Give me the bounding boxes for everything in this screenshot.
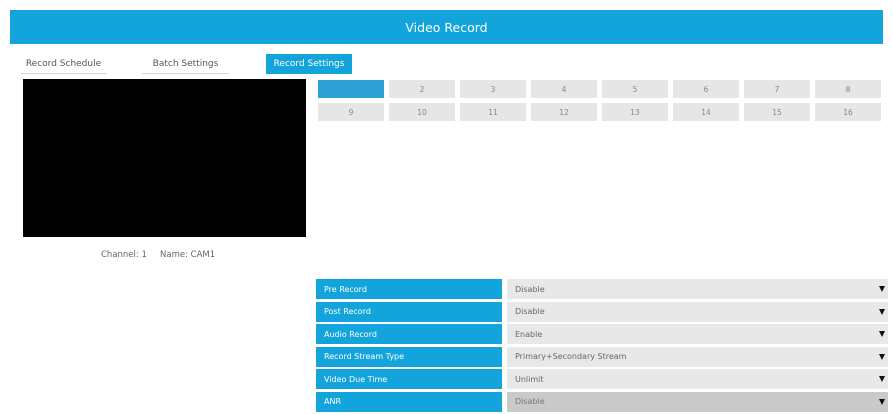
channel-button-8[interactable]: 8 (815, 80, 881, 98)
camera-name-label: Name: CAM1 (160, 250, 216, 260)
dropdown-arrow-icon (879, 331, 885, 337)
record-stream-type-value: Primary+Secondary Stream (515, 352, 627, 361)
post-record-value: Disable (515, 307, 545, 316)
setting-row-pre-record: Pre Record Disable (316, 279, 888, 299)
pre-record-label: Pre Record (316, 279, 502, 299)
channel-button-14[interactable]: 14 (673, 103, 739, 121)
channel-button-15[interactable]: 15 (744, 103, 810, 121)
channel-selector: 1 2 3 4 5 6 7 8 9 10 11 12 13 14 15 16 (318, 80, 886, 121)
channel-button-16[interactable]: 16 (815, 103, 881, 121)
video-due-time-label: Video Due Time (316, 369, 502, 389)
post-record-select[interactable]: Disable (507, 301, 888, 322)
dropdown-arrow-icon (879, 398, 885, 405)
channel-button-12[interactable]: 12 (531, 103, 597, 121)
dropdown-arrow-icon (879, 308, 885, 315)
anr-select[interactable]: Disable (507, 391, 888, 412)
channel-button-13[interactable]: 13 (602, 103, 668, 121)
setting-row-post-record: Post Record Disable (316, 301, 888, 322)
video-due-time-value: Unlimit (515, 374, 544, 384)
post-record-label: Post Record (316, 301, 502, 322)
record-settings-form: Pre Record Disable Post Record Disable A… (316, 279, 888, 414)
pre-record-value: Disable (515, 284, 545, 294)
tab-batch-settings[interactable]: Batch Settings (142, 54, 229, 74)
channel-button-1[interactable]: 1 (318, 80, 384, 98)
setting-row-anr: ANR Disable (316, 391, 888, 412)
video-due-time-select[interactable]: Unlimit (507, 369, 888, 389)
dropdown-arrow-icon (879, 286, 885, 292)
channel-button-10[interactable]: 10 (389, 103, 455, 121)
tab-record-schedule[interactable]: Record Schedule (20, 54, 107, 74)
video-preview (23, 79, 306, 237)
anr-label: ANR (316, 391, 502, 412)
channel-button-3[interactable]: 3 (460, 80, 526, 98)
anr-value: Disable (515, 397, 545, 406)
pre-record-select[interactable]: Disable (507, 279, 888, 299)
audio-record-label: Audio Record (316, 324, 502, 344)
dropdown-arrow-icon (879, 353, 885, 360)
setting-row-video-due-time: Video Due Time Unlimit (316, 369, 888, 389)
audio-record-select[interactable]: Enable (507, 324, 888, 344)
channel-button-2[interactable]: 2 (389, 80, 455, 98)
setting-row-audio-record: Audio Record Enable (316, 324, 888, 344)
dropdown-arrow-icon (879, 376, 885, 382)
record-stream-type-label: Record Stream Type (316, 346, 502, 367)
setting-row-record-stream-type: Record Stream Type Primary+Secondary Str… (316, 346, 888, 367)
channel-button-5[interactable]: 5 (602, 80, 668, 98)
channel-button-9[interactable]: 9 (318, 103, 384, 121)
channel-button-7[interactable]: 7 (744, 80, 810, 98)
window-title: Video Record (405, 19, 488, 35)
channel-button-4[interactable]: 4 (531, 80, 597, 98)
tab-record-settings[interactable]: Record Settings (266, 54, 352, 74)
record-stream-type-select[interactable]: Primary+Secondary Stream (507, 346, 888, 367)
audio-record-value: Enable (515, 329, 543, 339)
title-bar: Video Record (10, 10, 883, 44)
channel-button-6[interactable]: 6 (673, 80, 739, 98)
channel-button-11[interactable]: 11 (460, 103, 526, 121)
channel-label: Channel: 1 (101, 250, 147, 260)
